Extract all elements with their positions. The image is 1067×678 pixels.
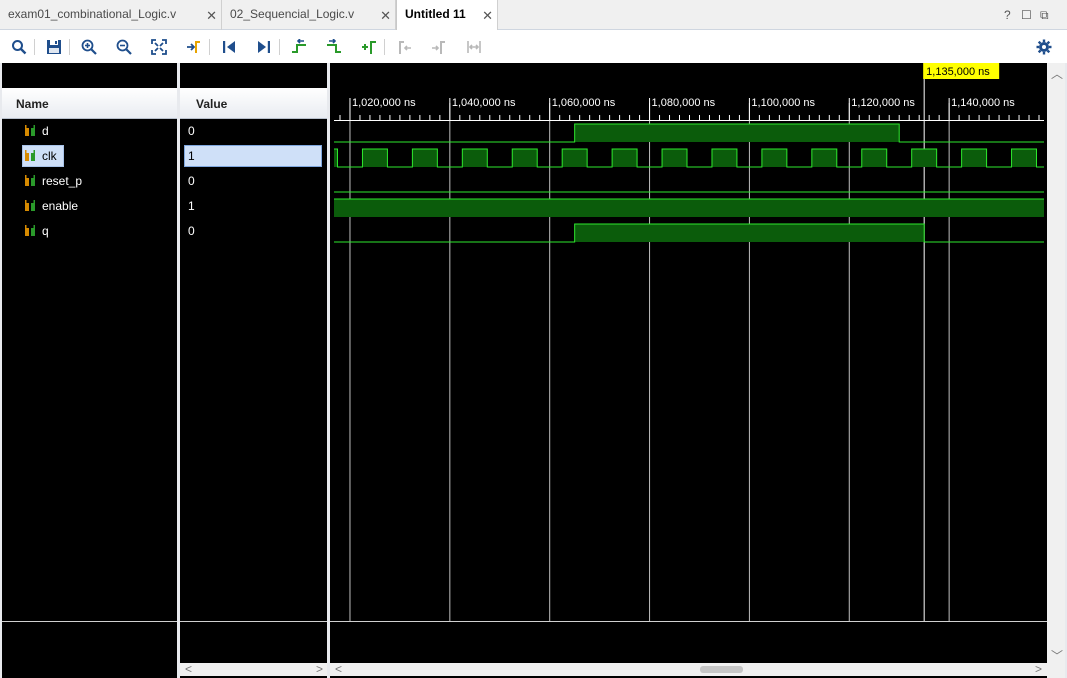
value-row-clk[interactable]: 1	[180, 144, 327, 169]
waveform-pane[interactable]: 1,020,000 ns 1,040,000 ns 1,060,000 ns 1,08…	[330, 63, 1047, 678]
settings-icon[interactable]	[1034, 37, 1054, 57]
zoom-out-icon[interactable]	[114, 37, 134, 57]
time-tick-label: 1,080,000 ns	[652, 97, 716, 109]
signal-row-q[interactable]: q	[2, 219, 177, 244]
signal-row-reset-p[interactable]: reset_p	[2, 169, 177, 194]
name-column-header[interactable]: Name	[2, 88, 177, 119]
cursor-time-label: 1,135,000 ns	[926, 66, 990, 78]
swap-cursors-icon	[464, 37, 484, 57]
signal-row-enable[interactable]: enable	[2, 194, 177, 219]
zoom-fit-icon[interactable]	[149, 37, 169, 57]
time-tick-label: 1,140,000 ns	[951, 97, 1015, 109]
restore-icon[interactable]: ☐	[1021, 8, 1032, 22]
signal-value: 1	[188, 149, 195, 163]
waveform-d[interactable]	[334, 123, 1044, 143]
tab-label: exam01_combinational_Logic.v	[8, 7, 177, 21]
scroll-left-icon[interactable]: <	[185, 662, 192, 676]
waveform-canvas[interactable]: 1,020,000 ns 1,040,000 ns 1,060,000 ns 1,08…	[330, 63, 1047, 663]
tab-exam01-combinational-logic[interactable]: exam01_combinational_Logic.v ✕	[0, 0, 222, 30]
vertical-scrollbar[interactable]: ︿ ﹀	[1047, 63, 1065, 678]
go-to-time-zero-icon[interactable]	[219, 37, 239, 57]
value-row-q[interactable]: 0	[180, 219, 327, 244]
time-tick-label: 1,100,000 ns	[751, 97, 815, 109]
value-row-d[interactable]: 0	[180, 119, 327, 144]
signal-row-d[interactable]: d	[2, 119, 177, 144]
waveform-toolbar	[0, 30, 1067, 63]
previous-transition-icon[interactable]	[289, 37, 309, 57]
signal-name: q	[42, 224, 49, 238]
scroll-up-icon[interactable]: ︿	[1051, 65, 1063, 82]
waveform-q[interactable]	[334, 223, 1044, 243]
next-transition-icon[interactable]	[324, 37, 344, 57]
signal-value-pane: Value 0 1 0 1 0	[180, 63, 327, 678]
tab-untitled-11[interactable]: Untitled 11 ✕	[396, 0, 498, 31]
signal-name: d	[42, 124, 49, 138]
help-icon[interactable]: ?	[1004, 8, 1011, 22]
go-to-last-time-icon[interactable]	[254, 37, 274, 57]
next-marker-icon	[429, 37, 449, 57]
value-column-header[interactable]: Value	[180, 88, 327, 119]
signal-row-clk[interactable]: clk	[2, 144, 177, 169]
scroll-down-icon[interactable]: ﹀	[1051, 647, 1063, 664]
close-icon[interactable]: ✕	[380, 8, 391, 24]
value-horizontal-scrollbar[interactable]: < >	[180, 662, 327, 676]
close-icon[interactable]: ✕	[206, 8, 217, 24]
tab-label: Untitled 11	[405, 7, 466, 21]
scroll-left-icon[interactable]: <	[335, 662, 342, 676]
previous-marker-icon	[394, 37, 414, 57]
signal-value: 0	[188, 124, 195, 138]
signal-icon	[25, 150, 35, 161]
signal-name: enable	[42, 199, 79, 213]
tab-02-sequencial-logic[interactable]: 02_Sequencial_Logic.v ✕	[222, 0, 396, 30]
time-tick-label: 1,120,000 ns	[851, 97, 915, 109]
close-icon[interactable]: ✕	[482, 8, 493, 24]
scroll-right-icon[interactable]: >	[316, 662, 323, 676]
go-to-cursor-icon[interactable]	[184, 37, 204, 57]
waveform-window: Name d clk reset_penable q Value 0 1 0 1 0 1,02…	[0, 63, 1067, 678]
signal-icon	[25, 125, 35, 136]
time-tick-label: 1,040,000 ns	[452, 97, 516, 109]
signal-icon	[25, 175, 35, 186]
signal-value: 1	[188, 199, 195, 213]
float-icon[interactable]: ⧉	[1040, 8, 1049, 23]
scroll-thumb[interactable]	[700, 666, 743, 673]
signal-name: reset_p	[42, 174, 83, 188]
save-icon[interactable]	[44, 37, 64, 57]
signal-value: 0	[188, 224, 195, 238]
waveform-horizontal-scrollbar[interactable]: < >	[330, 662, 1047, 676]
waveform-clk[interactable]	[334, 148, 1044, 168]
time-tick-label: 1,060,000 ns	[552, 97, 616, 109]
zoom-in-icon[interactable]	[79, 37, 99, 57]
signal-name: clk	[42, 149, 57, 163]
waveform-enable[interactable]	[334, 198, 1044, 217]
signal-icon	[25, 200, 35, 211]
tab-label: 02_Sequencial_Logic.v	[230, 7, 355, 21]
value-row-reset-p[interactable]: 0	[180, 169, 327, 194]
signal-icon	[25, 225, 35, 236]
value-row-enable[interactable]: 1	[180, 194, 327, 219]
signal-name-pane: Name d clk reset_penable q	[2, 63, 177, 678]
editor-tab-bar: exam01_combinational_Logic.v ✕ 02_Sequen…	[0, 0, 1067, 31]
scroll-right-icon[interactable]: >	[1035, 662, 1042, 676]
add-marker-icon[interactable]	[359, 37, 379, 57]
signal-value: 0	[188, 174, 195, 188]
time-tick-label: 1,020,000 ns	[352, 97, 416, 109]
search-icon[interactable]	[9, 37, 29, 57]
